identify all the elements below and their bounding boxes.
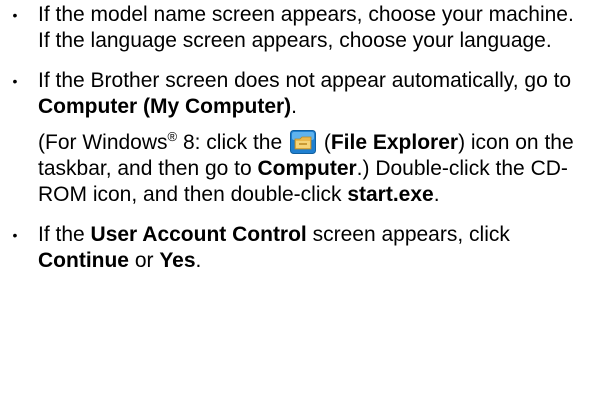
file-explorer-icon [290,130,317,154]
text-run: . [291,95,298,118]
bullet-text: If the User Account Control screen appea… [38,222,577,274]
bullet-text: If the model name screen appears, choose… [38,3,574,52]
bold-yes-label: Yes [159,249,196,272]
text-run: . [195,249,202,272]
text-run: (For Windows [38,131,168,154]
text-run: screen appears, click [306,223,510,246]
bullet-item-model-name: • If the model name screen appears, choo… [0,2,589,54]
bold-computer-label: Computer (My Computer) [38,95,292,118]
bold-user-account-control-label: User Account Control [90,223,307,246]
bold-start-exe-label: start.exe [347,183,434,206]
bullet-marker: • [12,73,18,89]
bold-computer-label: Computer [257,157,357,180]
text-run: If the [38,223,91,246]
text-run: . [433,183,440,206]
bullet-item-user-account-control: • If the User Account Control screen app… [0,222,589,274]
bold-continue-label: Continue [38,249,129,272]
registered-mark: ® [167,129,178,144]
bullet-paragraph-1: If the Brother screen does not appear au… [38,68,577,120]
text-run: 8: click the [177,131,289,154]
manual-page: • If the model name screen appears, choo… [0,0,589,416]
bullet-marker: • [12,7,18,23]
text-run: If the Brother screen does not appear au… [38,69,572,92]
bullet-marker: • [12,227,18,243]
text-run: ( [318,131,331,154]
text-run: or [128,249,160,272]
bullet-item-brother-screen: • If the Brother screen does not appear … [0,68,589,208]
bullet-paragraph-2: (For Windows® 8: click the (File Explore… [38,130,577,208]
bold-file-explorer-label: File Explorer [330,131,459,154]
